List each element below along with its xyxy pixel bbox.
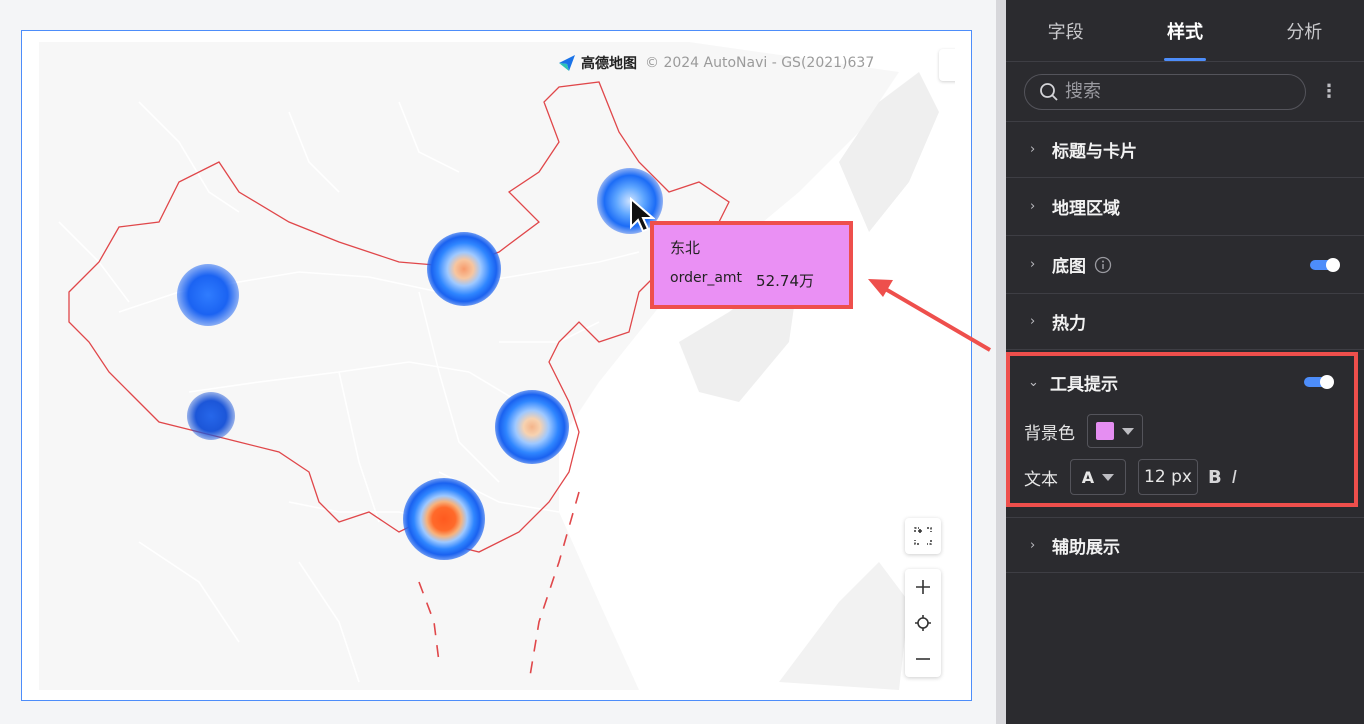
bg-color-row: 背景色 <box>1010 408 1354 454</box>
heat-spot-southwest[interactable] <box>187 392 235 440</box>
heat-spot-south[interactable] <box>403 478 485 560</box>
chevron-right-icon: › <box>1030 257 1036 272</box>
bold-button[interactable]: B <box>1208 467 1222 488</box>
section-heat[interactable]: › 热力 <box>1006 294 1364 350</box>
panel-divider[interactable] <box>996 0 1006 724</box>
locate-icon[interactable] <box>905 605 941 641</box>
section-label: 地理区域 <box>1052 199 1120 219</box>
tab-fields[interactable]: 字段 <box>1006 0 1125 61</box>
map-attribution: 高德地图 © 2024 AutoNavi - GS(2021)637 <box>557 52 874 74</box>
search-icon <box>1040 82 1058 101</box>
section-label: 辅助展示 <box>1052 537 1120 558</box>
chevron-right-icon: › <box>1030 537 1036 553</box>
chevron-right-icon: › <box>1030 199 1036 214</box>
chevron-down-icon: ⌄ <box>1028 374 1039 390</box>
italic-button[interactable]: I <box>1232 467 1237 488</box>
more-options-icon[interactable]: ⋮ <box>1320 81 1338 102</box>
map-view[interactable]: 高德地图 © 2024 AutoNavi - GS(2021)637 ⋮ <box>39 42 955 690</box>
tab-analysis[interactable]: 分析 <box>1245 0 1364 61</box>
info-icon[interactable] <box>1094 256 1112 274</box>
tooltip-section-header[interactable]: ⌄ 工具提示 <box>1010 356 1354 408</box>
chevron-right-icon: › <box>1030 142 1036 157</box>
tooltip-metric-value: 52.74万 <box>756 272 814 290</box>
section-tooltip: ⌄ 工具提示 背景色 文本 A B I <box>1006 352 1358 507</box>
zoom-out-minus-icon[interactable] <box>905 641 941 677</box>
heat-spot-east[interactable] <box>495 390 569 464</box>
tab-style[interactable]: 样式 <box>1125 0 1244 61</box>
font-color-icon: A <box>1081 467 1095 487</box>
heat-spot-northwest[interactable] <box>177 264 239 326</box>
font-size-input[interactable] <box>1138 459 1198 495</box>
fullscreen-icon[interactable] <box>905 518 941 554</box>
tooltip-row: order_amt 52.74万 <box>670 270 833 291</box>
section-label: 标题与卡片 <box>1052 142 1137 162</box>
tooltip-title: 东北 <box>670 239 701 257</box>
dropdown-caret-icon <box>1102 473 1115 481</box>
base-map <box>58 42 955 690</box>
zoom-control <box>905 569 941 677</box>
tooltip-metric-label: order_amt <box>670 270 743 286</box>
section-label: 底图 <box>1052 257 1086 277</box>
chevron-right-icon: › <box>1030 314 1036 329</box>
zoom-in-plus-icon[interactable] <box>905 569 941 605</box>
amap-logo-icon <box>559 55 575 71</box>
text-label: 文本 <box>1024 469 1058 490</box>
basemap-toggle[interactable] <box>1310 257 1340 272</box>
bg-color-picker[interactable] <box>1087 414 1143 448</box>
font-color-picker[interactable]: A <box>1070 459 1126 495</box>
section-label: 工具提示 <box>1050 374 1118 395</box>
map-tooltip: 东北 order_amt 52.74万 <box>650 221 853 309</box>
mouse-cursor-icon <box>630 197 655 233</box>
fullscreen-control <box>905 518 941 554</box>
section-basemap[interactable]: › 底图 <box>1006 236 1364 294</box>
heat-spot-north[interactable] <box>427 232 501 306</box>
attribution-text: © 2024 AutoNavi - GS(2021)637 <box>645 55 875 71</box>
canvas-area: 高德地图 © 2024 AutoNavi - GS(2021)637 ⋮ <box>0 0 996 724</box>
search-box <box>1024 73 1306 110</box>
text-style-row: 文本 A B I <box>1010 454 1354 500</box>
search-input[interactable] <box>1065 81 1285 102</box>
section-title-card[interactable]: › 标题与卡片 <box>1006 122 1364 178</box>
section-auxiliary-display[interactable]: › 辅助展示 <box>1006 517 1364 573</box>
tooltip-toggle[interactable] <box>1304 375 1334 389</box>
map-card: 高德地图 © 2024 AutoNavi - GS(2021)637 ⋮ <box>21 30 972 701</box>
search-row: ⋮ <box>1006 62 1364 122</box>
more-vertical-icon[interactable]: ⋮ <box>939 49 955 81</box>
bg-color-swatch <box>1096 422 1114 440</box>
panel-tabs: 字段 样式 分析 <box>1006 0 1364 62</box>
dropdown-caret-icon <box>1122 427 1134 435</box>
attribution-logo-text: 高德地图 <box>581 56 637 72</box>
bg-color-label: 背景色 <box>1024 423 1075 444</box>
section-label: 热力 <box>1052 314 1086 334</box>
section-geo-region[interactable]: › 地理区域 <box>1006 178 1364 236</box>
